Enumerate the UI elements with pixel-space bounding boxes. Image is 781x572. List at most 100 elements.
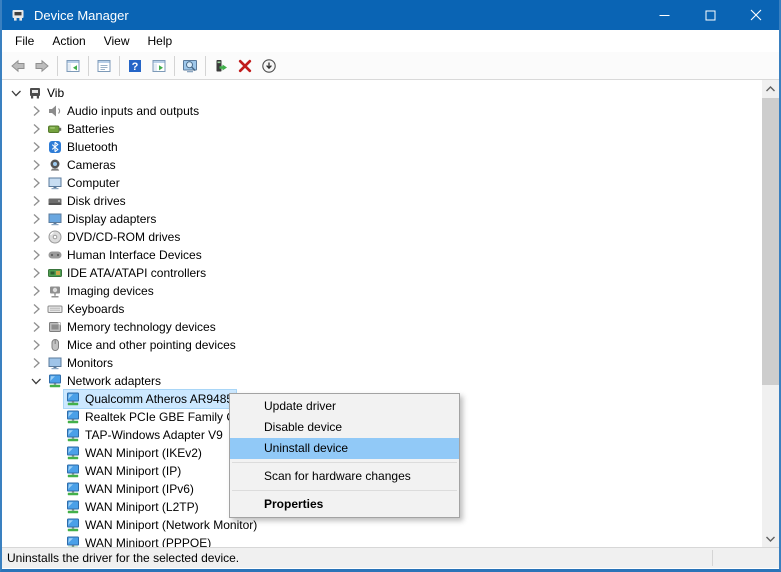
tree-item-core[interactable]: WAN Miniport (IP) — [64, 462, 184, 480]
chevron-down-icon[interactable] — [8, 85, 24, 101]
tree-item-label: Keyboards — [67, 302, 125, 316]
chevron-right-icon[interactable] — [28, 103, 44, 119]
tree-item-core[interactable]: TAP-Windows Adapter V9 — [64, 426, 226, 444]
tree-item-core[interactable]: Display adapters — [46, 210, 159, 228]
tree-item-core[interactable]: Vib — [26, 84, 67, 102]
context-menu-item-update-driver[interactable]: Update driver — [230, 396, 459, 417]
tree-item-label: Audio inputs and outputs — [67, 104, 200, 118]
tree-item[interactable]: IDE ATA/ATAPI controllers — [2, 264, 762, 282]
tree-item-selected[interactable]: Qualcomm Atheros AR9485 — [62, 389, 238, 409]
back-arrow-button[interactable] — [6, 54, 30, 78]
chevron-right-icon[interactable] — [28, 247, 44, 263]
chevron-right-icon[interactable] — [28, 157, 44, 173]
dvd-icon — [47, 229, 63, 245]
chevron-right-icon[interactable] — [28, 319, 44, 335]
context-menu-item-scan-for-hardware-changes[interactable]: Scan for hardware changes — [230, 466, 459, 487]
chevron-right-icon[interactable] — [28, 229, 44, 245]
minimize-button[interactable] — [641, 0, 687, 30]
uninstall-device-button[interactable] — [233, 54, 257, 78]
tree-item[interactable]: Bluetooth — [2, 138, 762, 156]
tree-item-core[interactable]: WAN Miniport (IPv6) — [64, 480, 197, 498]
context-menu-item-disable-device[interactable]: Disable device — [230, 417, 459, 438]
vertical-scrollbar[interactable] — [762, 80, 779, 547]
tree-item-core[interactable]: WAN Miniport (IKEv2) — [64, 444, 205, 462]
tree-item-label: Mice and other pointing devices — [67, 338, 236, 352]
tree-item-core[interactable]: WAN Miniport (PPPOE) — [64, 534, 214, 547]
chevron-right-icon[interactable] — [28, 355, 44, 371]
tree-item[interactable]: WAN Miniport (PPPOE) — [2, 534, 762, 547]
tree-item[interactable]: Human Interface Devices — [2, 246, 762, 264]
tree-item[interactable]: Audio inputs and outputs — [2, 102, 762, 120]
tree-item-core[interactable]: WAN Miniport (Network Monitor) — [64, 516, 260, 534]
scrollbar-thumb[interactable] — [762, 98, 779, 385]
tree-item-core[interactable]: Network adapters — [46, 372, 164, 390]
memory-icon — [47, 319, 63, 335]
tree-item[interactable]: Vib — [2, 84, 762, 102]
tree-item-core[interactable]: IDE ATA/ATAPI controllers — [46, 264, 209, 282]
chevron-right-icon[interactable] — [28, 175, 44, 191]
context-menu-item-properties[interactable]: Properties — [230, 494, 459, 515]
tree-item-core[interactable]: Monitors — [46, 354, 116, 372]
tree-item-core[interactable]: Batteries — [46, 120, 117, 138]
tree-item[interactable]: Memory technology devices — [2, 318, 762, 336]
mouse-icon — [47, 337, 63, 353]
tree-item[interactable]: Batteries — [2, 120, 762, 138]
tree-item[interactable]: Computer — [2, 174, 762, 192]
tree-item[interactable]: WAN Miniport (Network Monitor) — [2, 516, 762, 534]
scan-hardware-button[interactable] — [178, 54, 202, 78]
help-button[interactable]: ? — [123, 54, 147, 78]
forward-arrow-icon — [34, 58, 50, 74]
tree-item-label: Cameras — [67, 158, 116, 172]
tree-item[interactable]: Cameras — [2, 156, 762, 174]
context-menu-item-uninstall-device[interactable]: Uninstall device — [230, 438, 459, 459]
console-tree-button[interactable] — [61, 54, 85, 78]
chevron-right-icon[interactable] — [28, 139, 44, 155]
toolbar-separator — [57, 55, 58, 76]
monitor-icon — [47, 355, 63, 371]
menu-view[interactable]: View — [95, 32, 139, 50]
forward-arrow-button[interactable] — [30, 54, 54, 78]
tree-item-core[interactable]: Bluetooth — [46, 138, 121, 156]
tree-item-core[interactable]: Cameras — [46, 156, 119, 174]
tree-item[interactable]: Mice and other pointing devices — [2, 336, 762, 354]
chevron-right-icon[interactable] — [28, 121, 44, 137]
properties-window-button[interactable] — [92, 54, 116, 78]
disable-device-button[interactable] — [257, 54, 281, 78]
tree-item-core[interactable]: DVD/CD-ROM drives — [46, 228, 183, 246]
tree-item[interactable]: DVD/CD-ROM drives — [2, 228, 762, 246]
chevron-right-icon[interactable] — [28, 265, 44, 281]
close-button[interactable] — [733, 0, 779, 30]
tree-item[interactable]: Network adapters — [2, 372, 762, 390]
properties-window-icon — [96, 58, 112, 74]
tree-item-core[interactable]: Realtek PCIe GBE Family Co — [64, 408, 245, 426]
chevron-down-icon[interactable] — [28, 373, 44, 389]
tree-item-core[interactable]: Keyboards — [46, 300, 127, 318]
chevron-right-icon[interactable] — [28, 301, 44, 317]
standard-panel-button[interactable] — [147, 54, 171, 78]
tree-item-core[interactable]: Human Interface Devices — [46, 246, 205, 264]
tree-item[interactable]: Keyboards — [2, 300, 762, 318]
tree-item-core[interactable]: Mice and other pointing devices — [46, 336, 239, 354]
maximize-button[interactable] — [687, 0, 733, 30]
chevron-right-icon[interactable] — [28, 283, 44, 299]
scroll-down-button[interactable] — [762, 530, 779, 547]
tree-item-core[interactable]: Computer — [46, 174, 123, 192]
network-icon — [65, 499, 81, 515]
menu-help[interactable]: Help — [139, 32, 182, 50]
menu-file[interactable]: File — [6, 32, 43, 50]
update-driver-button[interactable] — [209, 54, 233, 78]
chevron-right-icon[interactable] — [28, 211, 44, 227]
scroll-up-button[interactable] — [762, 80, 779, 97]
tree-item[interactable]: Imaging devices — [2, 282, 762, 300]
tree-item[interactable]: Disk drives — [2, 192, 762, 210]
chevron-right-icon[interactable] — [28, 337, 44, 353]
tree-item-core[interactable]: WAN Miniport (L2TP) — [64, 498, 202, 516]
tree-item-core[interactable]: Imaging devices — [46, 282, 157, 300]
tree-item-core[interactable]: Memory technology devices — [46, 318, 219, 336]
chevron-right-icon[interactable] — [28, 193, 44, 209]
tree-item-core[interactable]: Disk drives — [46, 192, 129, 210]
tree-item[interactable]: Display adapters — [2, 210, 762, 228]
menu-action[interactable]: Action — [43, 32, 94, 50]
tree-item[interactable]: Monitors — [2, 354, 762, 372]
tree-item-core[interactable]: Audio inputs and outputs — [46, 102, 202, 120]
